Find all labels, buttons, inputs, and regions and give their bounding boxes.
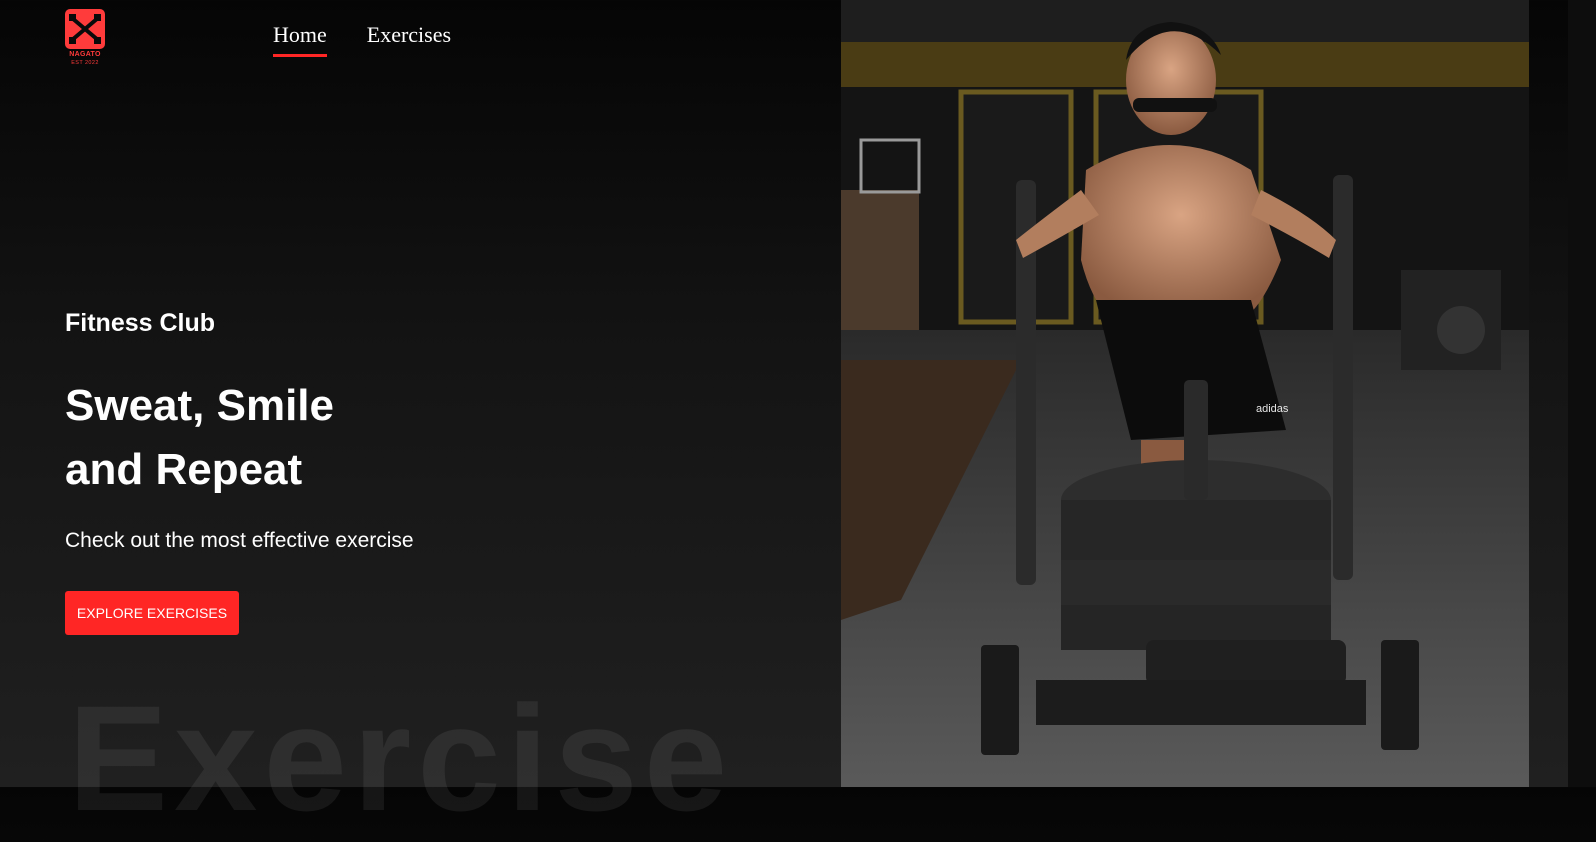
hero-watermark: Exercise — [68, 674, 734, 842]
dumbbell-logo-icon — [65, 9, 105, 49]
scrollbar-track[interactable] — [1568, 0, 1596, 787]
hero-title-line-1: Sweat, Smile — [65, 381, 335, 430]
hero-description: Check out the most effective exercise — [65, 529, 414, 552]
hero-title-line-2: and Repeat — [65, 445, 303, 494]
brand-logo[interactable]: NAGATO EST 2022 — [63, 7, 107, 69]
hero-title: Sweat, Smile and Repeat — [65, 374, 334, 502]
hero-subtitle: Fitness Club — [65, 309, 216, 337]
hero-banner-image: adidas — [841, 0, 1529, 787]
explore-exercises-button[interactable]: EXPLORE EXERCISES — [65, 591, 239, 635]
brand-name: NAGATO — [69, 51, 101, 58]
athlete-pushing-sled-image: adidas — [841, 0, 1529, 787]
brand-est: EST 2022 — [71, 60, 99, 66]
nav-exercises-link[interactable]: Exercises — [367, 22, 451, 57]
main-nav: Home Exercises — [273, 22, 451, 57]
shorts-brand-print: adidas — [1256, 403, 1289, 415]
nav-home-link[interactable]: Home — [273, 22, 327, 57]
